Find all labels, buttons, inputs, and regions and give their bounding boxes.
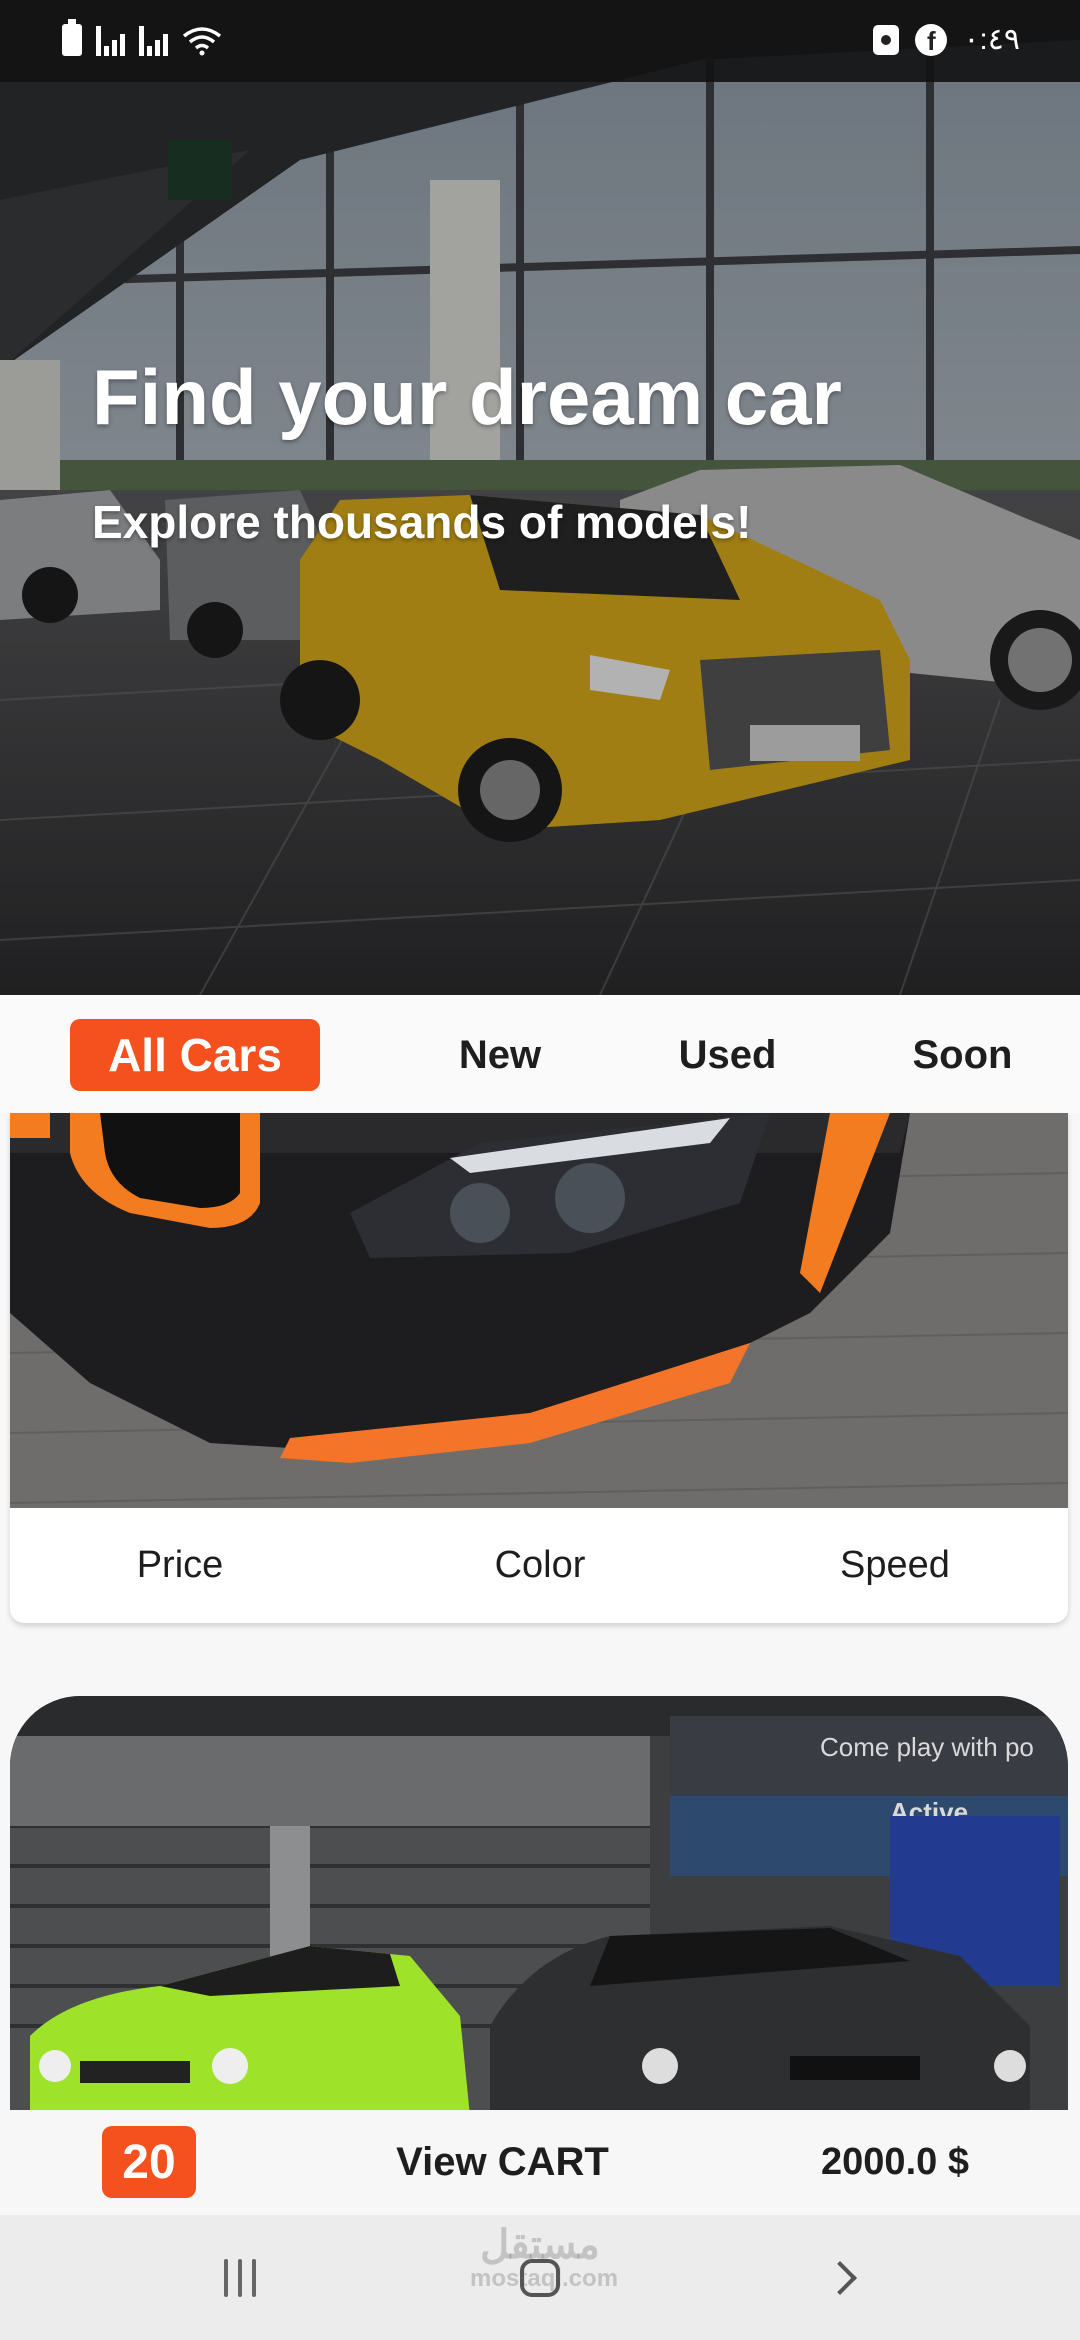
signal-icon [96, 26, 125, 56]
cart-total: 2000.0 $ [821, 2140, 969, 2183]
car-card[interactable]: Come play with po Active [10, 1696, 1068, 2116]
view-cart-button[interactable]: View CART [360, 2126, 645, 2198]
recents-icon [224, 2258, 256, 2297]
home-icon [520, 2258, 560, 2297]
car-card-image: Come play with po Active [10, 1696, 1068, 2116]
feature-speed[interactable]: Speed [780, 1508, 1010, 1623]
hero-subtitle: Explore thousands of models! [92, 496, 752, 548]
battery-icon [62, 19, 82, 56]
car-card[interactable]: Price Color Speed [10, 1113, 1068, 1623]
tab-all-cars[interactable]: All Cars [70, 1019, 320, 1091]
cart-bar: 20 View CART 2000.0 $ [0, 2110, 1080, 2215]
facebook-icon: f [915, 23, 948, 56]
card-features: Price Color Speed [10, 1508, 1068, 1623]
hero-banner: Find your dream car Explore thousands of… [0, 0, 1080, 995]
wifi-icon [182, 27, 222, 56]
cart-count-badge: 20 [102, 2126, 196, 2198]
back-button[interactable] [790, 2240, 890, 2315]
tab-new[interactable]: New [440, 1019, 560, 1091]
category-tabs: All Cars New Used Soon [0, 995, 1080, 1113]
feature-color[interactable]: Color [430, 1508, 650, 1623]
system-nav-bar: مستقل mostaql.com [0, 2215, 1080, 2340]
feature-price[interactable]: Price [70, 1508, 290, 1623]
status-time: ٠:٤٩ [963, 23, 1020, 56]
garage-sign-text: Come play with po [820, 1732, 1034, 1762]
car-card-image [10, 1113, 1068, 1508]
app-screen: Find your dream car Explore thousands of… [0, 0, 1080, 2340]
status-bar: f ٠:٤٩ [0, 0, 1080, 82]
recents-button[interactable] [190, 2240, 290, 2315]
back-icon [823, 2260, 857, 2295]
home-button[interactable] [490, 2240, 590, 2315]
tab-used[interactable]: Used [665, 1019, 790, 1091]
tab-soon[interactable]: Soon [900, 1019, 1025, 1091]
signal-icon [139, 26, 168, 56]
hero-title: Find your dream car [92, 353, 842, 441]
screen-record-icon [873, 24, 900, 55]
